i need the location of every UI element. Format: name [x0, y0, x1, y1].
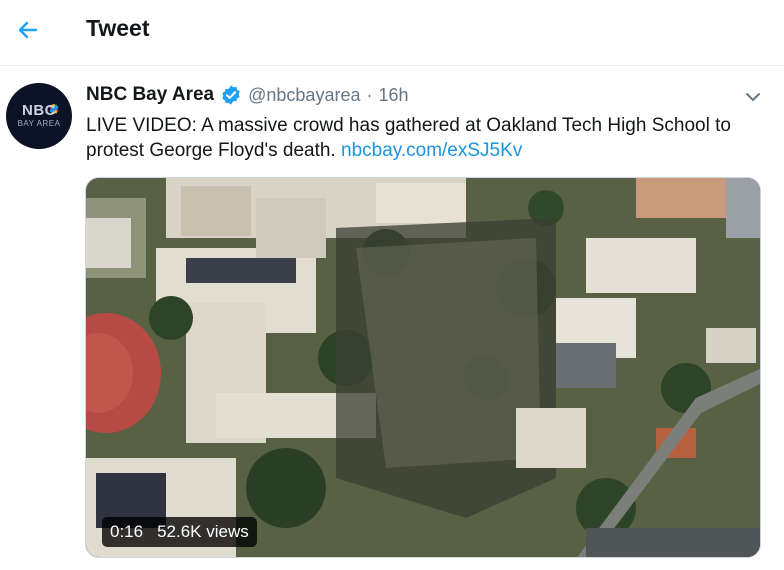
- tweet-link[interactable]: nbcbay.com/exSJ5Kv: [341, 140, 522, 161]
- back-button[interactable]: [10, 12, 46, 48]
- separator-dot: ·: [366, 84, 373, 105]
- tweet-timestamp[interactable]: 16h: [378, 85, 408, 106]
- author-display-name[interactable]: NBC Bay Area: [86, 84, 214, 106]
- arrow-left-icon: [18, 21, 38, 39]
- author-handle[interactable]: @nbcbayarea: [248, 85, 360, 106]
- avatar[interactable]: NBC BAY AREA: [6, 83, 72, 149]
- avatar-logo-text: NBC: [22, 102, 56, 119]
- page-header: Tweet: [0, 0, 784, 66]
- chevron-down-icon: [746, 93, 760, 101]
- video-duration: 0:16: [110, 522, 144, 541]
- verified-badge-icon: [220, 84, 242, 106]
- page-title: Tweet: [86, 15, 150, 41]
- aerial-video-frame: [86, 178, 760, 557]
- avatar-logo-subtext: BAY AREA: [17, 119, 61, 128]
- tweet-author-row: NBC Bay Area @nbcbayarea · 16h: [86, 83, 409, 107]
- tweet-body: LIVE VIDEO: A massive crowd has gathered…: [86, 113, 746, 163]
- video-player[interactable]: 0:16 52.6K views: [85, 177, 761, 558]
- video-info-badge: 0:16 52.6K views: [102, 517, 257, 547]
- tweet-menu-button[interactable]: [740, 86, 766, 108]
- video-view-count: 52.6K views: [157, 522, 249, 541]
